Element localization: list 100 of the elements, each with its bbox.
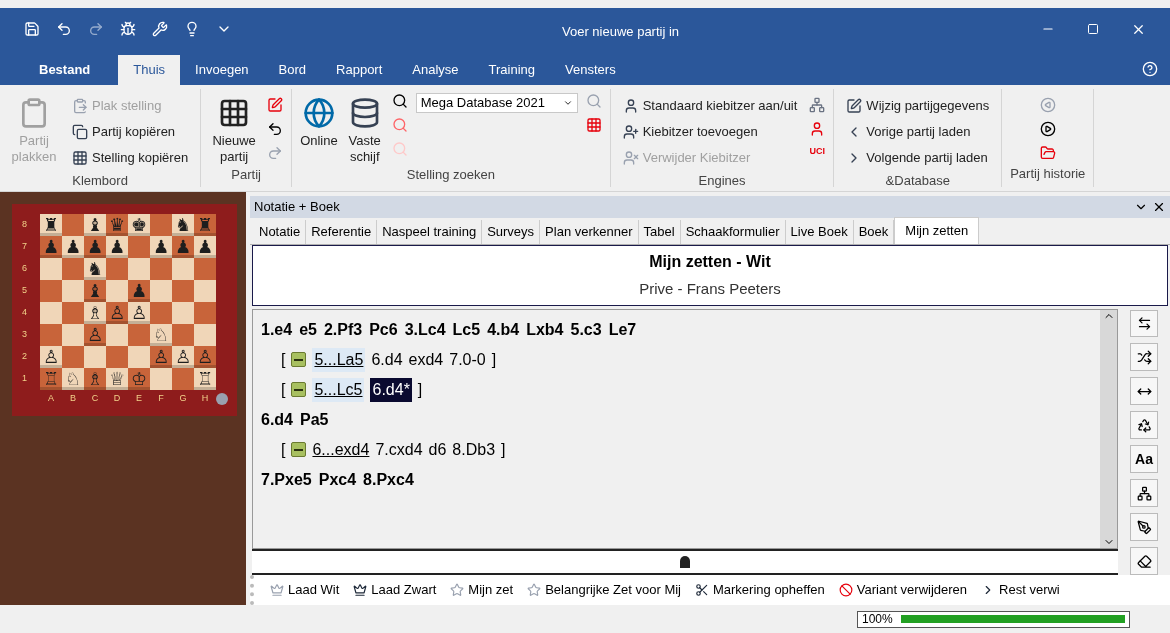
move[interactable]: 8.Pxc4 bbox=[363, 467, 414, 492]
toolbar-button[interactable]: Rest verwi bbox=[981, 580, 1060, 600]
chess-piece[interactable]: ♟ bbox=[174, 238, 192, 256]
ribbon-tab[interactable]: Rapport bbox=[321, 55, 398, 85]
previous-game-button[interactable]: Vorige partij laden bbox=[842, 119, 994, 145]
new-game-button[interactable]: Nieuwe partij bbox=[209, 93, 260, 165]
move[interactable]: 6.d4 bbox=[261, 407, 293, 432]
move[interactable]: 5.c3 bbox=[570, 317, 602, 342]
toolbar-button[interactable]: Belangrijke Zet voor Mij bbox=[527, 580, 681, 600]
chess-piece[interactable]: ♙ bbox=[152, 348, 170, 366]
chess-piece[interactable]: ♕ bbox=[108, 370, 126, 388]
move[interactable]: 2.Pf3 bbox=[323, 317, 363, 342]
move[interactable]: e5 bbox=[299, 317, 317, 342]
chess-piece[interactable]: ♗ bbox=[86, 304, 104, 322]
collapse-icon[interactable] bbox=[291, 352, 307, 367]
chess-piece[interactable]: ♟ bbox=[42, 238, 60, 256]
chess-piece[interactable]: ♟ bbox=[108, 238, 126, 256]
database-dropdown[interactable]: Mega Database 2021 bbox=[415, 93, 578, 113]
bracket: [ bbox=[281, 379, 286, 400]
move[interactable]: d6 bbox=[428, 437, 447, 462]
file-label: H bbox=[200, 392, 210, 406]
maximize-icon[interactable] bbox=[1087, 23, 1099, 35]
move[interactable]: Lc5 bbox=[452, 317, 481, 342]
arrows-tool-button[interactable] bbox=[1130, 377, 1158, 406]
chess-piece[interactable]: ♝ bbox=[86, 216, 104, 234]
chess-piece[interactable]: ♘ bbox=[152, 326, 170, 344]
move[interactable]: Pxc4 bbox=[318, 467, 357, 492]
chess-piece[interactable]: ♞ bbox=[174, 216, 192, 234]
chess-piece[interactable]: ♖ bbox=[42, 370, 60, 388]
next-game-button[interactable]: Volgende partij laden bbox=[842, 145, 994, 171]
collapse-icon[interactable] bbox=[291, 382, 307, 397]
ribbon-tab[interactable]: Invoegen bbox=[180, 55, 264, 85]
copy-game-button[interactable]: Partij kopiëren bbox=[68, 119, 193, 145]
chess-piece[interactable]: ♖ bbox=[196, 370, 214, 388]
toolbar-button[interactable]: Laad Zwart bbox=[353, 580, 437, 600]
toolbar-button[interactable]: Mijn zet bbox=[450, 580, 514, 600]
toolbar-button[interactable]: Laad Wit bbox=[270, 580, 340, 600]
move[interactable]: 7.Pxe5 bbox=[261, 467, 312, 492]
online-button[interactable]: Online bbox=[300, 93, 338, 149]
chess-piece[interactable]: ♙ bbox=[108, 304, 126, 322]
chess-piece[interactable]: ♗ bbox=[86, 370, 104, 388]
chess-piece[interactable]: ♟ bbox=[64, 238, 82, 256]
move[interactable]: 3.Lc4 bbox=[404, 317, 446, 342]
help-icon[interactable] bbox=[1142, 61, 1158, 77]
chess-piece[interactable]: ♜ bbox=[42, 216, 60, 234]
move[interactable]: Pc6 bbox=[369, 317, 398, 342]
font-button[interactable]: Aa bbox=[1130, 445, 1158, 474]
chess-piece[interactable]: ♘ bbox=[64, 370, 82, 388]
move-tool-button[interactable] bbox=[1130, 309, 1158, 338]
shuffle-tool-button[interactable] bbox=[1130, 343, 1158, 372]
chess-piece[interactable]: ♜ bbox=[196, 216, 214, 234]
close-icon[interactable] bbox=[1152, 200, 1166, 214]
chess-piece[interactable]: ♟ bbox=[196, 238, 214, 256]
collapse-icon[interactable] bbox=[291, 442, 307, 457]
ribbon-tab[interactable]: Thuis bbox=[118, 55, 181, 85]
move[interactable]: 7.cxd4 bbox=[375, 437, 423, 462]
move[interactable]: Lxb4 bbox=[526, 317, 564, 342]
chess-piece[interactable]: ♙ bbox=[130, 304, 148, 322]
chess-piece[interactable]: ♟ bbox=[152, 238, 170, 256]
edit-game-data-button[interactable]: Wijzig partijgegevens bbox=[842, 93, 994, 119]
toolbar-button[interactable]: Variant verwijderen bbox=[838, 580, 968, 600]
copy-position-button[interactable]: Stelling kopiëren bbox=[68, 145, 193, 171]
ribbon-tab[interactable]: Vensters bbox=[550, 55, 631, 85]
disk-button[interactable]: Vaste schijf bbox=[345, 93, 384, 165]
move[interactable]: 6.d4* bbox=[370, 377, 412, 402]
ribbon-tab[interactable]: Bord bbox=[263, 55, 322, 85]
eraser-tool-button[interactable] bbox=[1130, 547, 1158, 575]
tree-tool-button[interactable] bbox=[1130, 479, 1158, 508]
ribbon-tab[interactable]: Analyse bbox=[397, 55, 474, 85]
move[interactable]: 1.e4 bbox=[261, 317, 293, 342]
chess-piece[interactable]: ♙ bbox=[42, 348, 60, 366]
scrollbar[interactable] bbox=[1100, 309, 1117, 548]
toolbar-button[interactable]: Markering opheffen bbox=[695, 580, 825, 600]
chess-piece[interactable]: ♟ bbox=[130, 282, 148, 300]
chess-piece[interactable]: ♙ bbox=[86, 326, 104, 344]
move[interactable]: 5...Lc5 bbox=[312, 377, 365, 402]
move[interactable]: 5...La5 bbox=[312, 347, 366, 372]
move[interactable]: exd4 bbox=[408, 347, 444, 372]
chess-piece[interactable]: ♙ bbox=[196, 348, 214, 366]
chess-piece[interactable]: ♛ bbox=[108, 216, 126, 234]
move[interactable]: 6.d4 bbox=[371, 347, 403, 372]
pen-tool-button[interactable] bbox=[1130, 513, 1158, 542]
chess-piece[interactable]: ♙ bbox=[174, 348, 192, 366]
move[interactable]: Pa5 bbox=[300, 407, 329, 432]
ribbon-tab[interactable]: Bestand bbox=[24, 55, 119, 85]
chess-piece[interactable]: ♟ bbox=[86, 238, 104, 256]
panel-tab[interactable]: Mijn zetten bbox=[894, 217, 980, 244]
chess-piece[interactable]: ♔ bbox=[130, 370, 148, 388]
move[interactable]: 8.Db3 bbox=[452, 437, 496, 462]
move[interactable]: Le7 bbox=[608, 317, 637, 342]
add-kibitzer-button[interactable]: Kiebitzer toevoegen bbox=[618, 119, 802, 145]
move[interactable]: 4.b4 bbox=[487, 317, 520, 342]
toggle-kibitzer-button[interactable]: Standaard kiebitzer aan/uit bbox=[618, 93, 802, 119]
ribbon-tab[interactable]: Training bbox=[473, 55, 551, 85]
chess-piece[interactable]: ♚ bbox=[130, 216, 148, 234]
move[interactable]: 7.0-0 bbox=[449, 347, 486, 372]
move[interactable]: 6...exd4 bbox=[312, 437, 370, 462]
chess-piece[interactable]: ♝ bbox=[86, 282, 104, 300]
recycle-tool-button[interactable] bbox=[1130, 411, 1158, 440]
chess-piece[interactable]: ♞ bbox=[86, 260, 104, 278]
